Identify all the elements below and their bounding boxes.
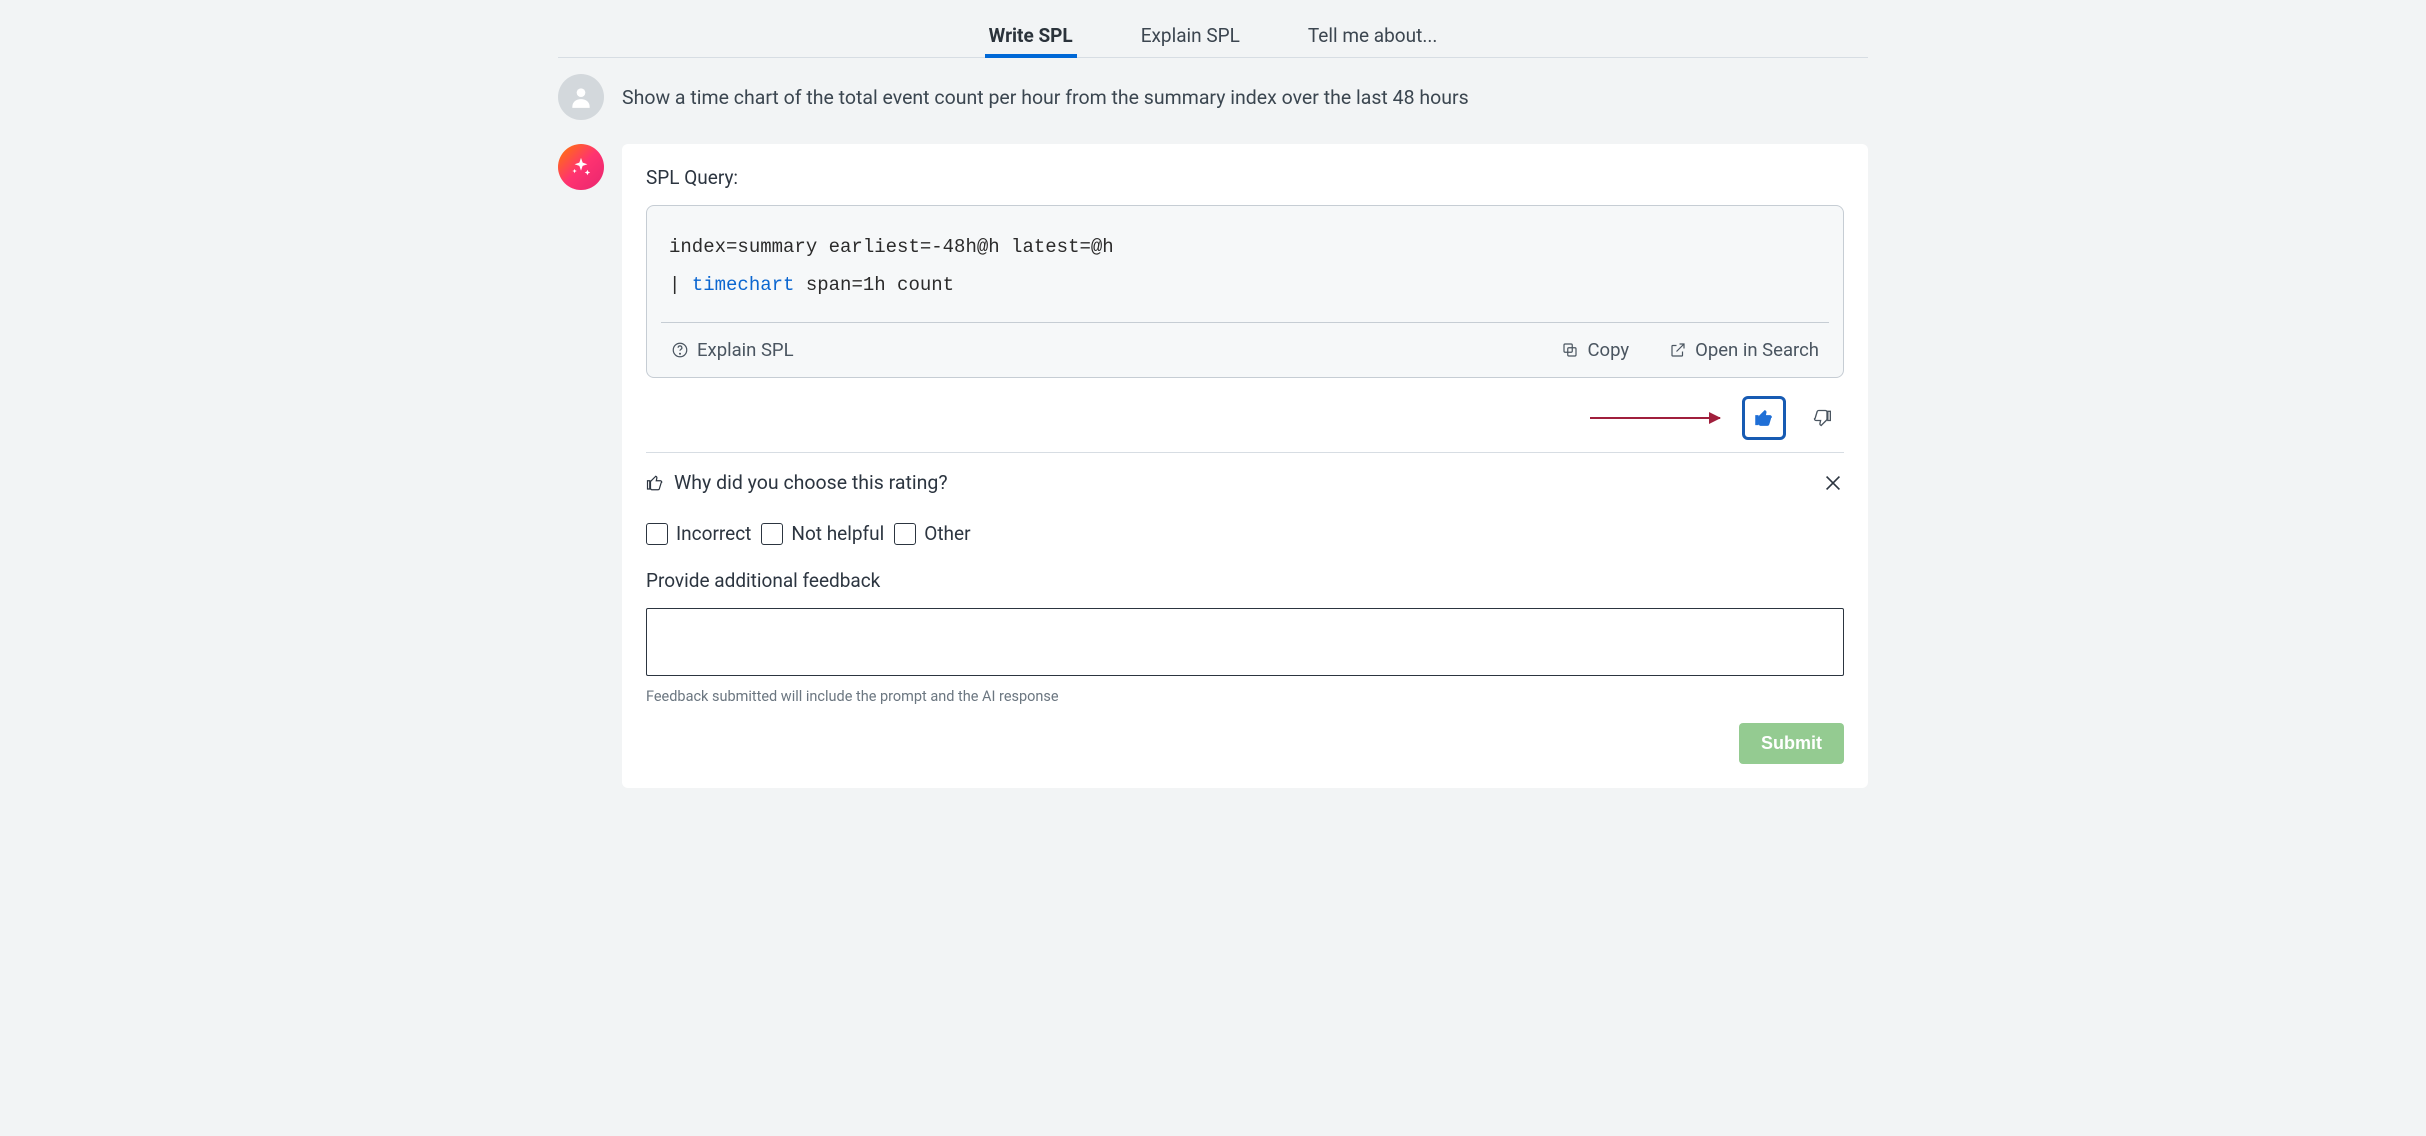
open-in-search-label: Open in Search (1695, 339, 1819, 361)
copy-button[interactable]: Copy (1561, 339, 1629, 361)
code-pipe: | (669, 274, 692, 296)
tab-explain-spl[interactable]: Explain SPL (1137, 18, 1244, 57)
copy-label: Copy (1587, 339, 1629, 361)
tab-tell-me-about[interactable]: Tell me about... (1304, 18, 1441, 57)
ai-card: SPL Query: index=summary earliest=-48h@h… (622, 144, 1868, 788)
code-actions: Explain SPL Copy Open in Search (647, 323, 1843, 377)
checkbox-not-helpful-label: Not helpful (791, 522, 884, 545)
explain-spl-label: Explain SPL (697, 339, 794, 361)
user-message-row: Show a time chart of the total event cou… (558, 74, 1868, 120)
user-avatar (558, 74, 604, 120)
ai-avatar (558, 144, 604, 190)
thumbs-up-icon (1754, 408, 1774, 428)
feedback-subtitle: Provide additional feedback (646, 569, 1844, 592)
submit-button[interactable]: Submit (1739, 723, 1844, 764)
external-link-icon (1669, 341, 1687, 359)
feedback-hint: Feedback submitted will include the prom… (646, 688, 1844, 705)
code-rest: span=1h count (794, 274, 954, 296)
person-icon (568, 84, 594, 110)
checkbox-incorrect[interactable]: Incorrect (646, 522, 751, 545)
tab-write-spl[interactable]: Write SPL (985, 18, 1077, 57)
thumbs-down-button[interactable] (1800, 396, 1844, 440)
close-icon (1822, 472, 1844, 494)
checkbox-other[interactable]: Other (894, 522, 970, 545)
thumbs-up-button[interactable] (1742, 396, 1786, 440)
tabs: Write SPL Explain SPL Tell me about... (558, 18, 1868, 58)
thumbs-row (646, 396, 1844, 453)
feedback-title: Why did you choose this rating? (674, 471, 948, 494)
ai-response-row: SPL Query: index=summary earliest=-48h@h… (558, 144, 1868, 788)
code-card: index=summary earliest=-48h@h latest=@h … (646, 205, 1844, 378)
open-in-search-button[interactable]: Open in Search (1669, 339, 1819, 361)
code-body: index=summary earliest=-48h@h latest=@h … (647, 206, 1843, 322)
user-message-text: Show a time chart of the total event cou… (622, 74, 1469, 112)
explain-spl-button[interactable]: Explain SPL (671, 339, 794, 361)
thumbs-up-outline-icon (646, 474, 664, 492)
feedback-textarea[interactable] (646, 608, 1844, 676)
spl-query-label: SPL Query: (646, 166, 1844, 189)
sparkle-icon (570, 156, 592, 178)
code-keyword: timechart (692, 274, 795, 296)
copy-icon (1561, 341, 1579, 359)
annotation-arrow (1590, 417, 1720, 419)
feedback-close-button[interactable] (1822, 472, 1844, 494)
help-circle-icon (671, 341, 689, 359)
feedback-header: Why did you choose this rating? (646, 471, 1844, 494)
feedback-options: Incorrect Not helpful Other (646, 522, 1844, 545)
code-line-1: index=summary earliest=-48h@h latest=@h (669, 236, 1114, 258)
thumbs-down-icon (1812, 408, 1832, 428)
checkbox-other-label: Other (924, 522, 970, 545)
checkbox-incorrect-label: Incorrect (676, 522, 751, 545)
checkbox-not-helpful[interactable]: Not helpful (761, 522, 884, 545)
